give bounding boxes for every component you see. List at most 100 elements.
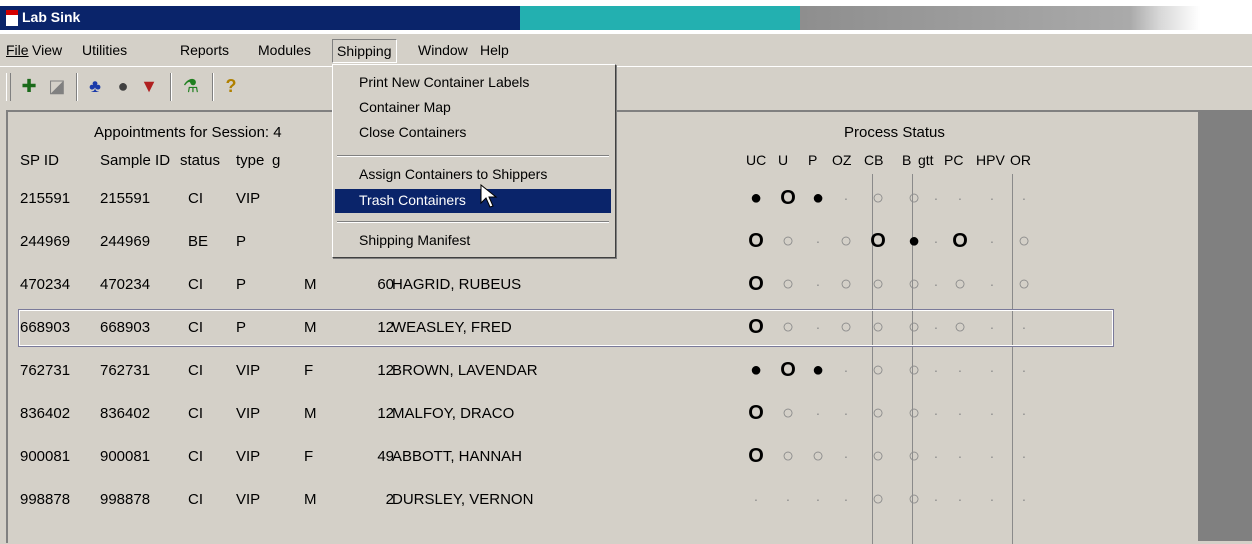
status-pending-icon: ○ bbox=[907, 402, 921, 424]
menu-modules[interactable]: Modules bbox=[258, 42, 311, 58]
cell-gender: F bbox=[304, 448, 314, 465]
status-open-icon: O bbox=[748, 316, 764, 338]
status-empty-icon: · bbox=[843, 491, 849, 507]
menu-view-label: View bbox=[32, 42, 63, 58]
status-empty-icon: · bbox=[815, 233, 821, 249]
status-pending-icon: ○ bbox=[781, 230, 795, 252]
status-pending-icon: ○ bbox=[781, 273, 795, 295]
status-open-icon: O bbox=[952, 230, 968, 252]
menu-shipping-manifest[interactable]: Shipping Manifest bbox=[335, 229, 611, 253]
table-row[interactable]: 836402 836402 CI VIP M 12 MALFOY, DRACO O ○ · · ○ ○ ·… bbox=[8, 395, 1198, 435]
menu-item-label: Print New Container Labels bbox=[359, 74, 530, 90]
status-empty-icon: · bbox=[1021, 491, 1027, 507]
cell-sampleid: 215591 bbox=[100, 190, 151, 207]
cell-status: BE bbox=[188, 233, 209, 250]
new-icon[interactable]: ✚ bbox=[18, 75, 40, 97]
cell-spid: 998878 bbox=[20, 491, 71, 508]
menu-utilities[interactable]: Utilities bbox=[82, 42, 127, 58]
menu-assign-containers-to-shippers[interactable]: Assign Containers to Shippers bbox=[335, 163, 611, 187]
table-row[interactable]: 762731 762731 CI VIP F 12 BROWN, LAVENDAR ● O ● · ○… bbox=[8, 352, 1198, 392]
menu-utilities-label: Utilities bbox=[82, 42, 128, 58]
stop-icon[interactable]: ● bbox=[112, 75, 134, 97]
status-empty-icon: · bbox=[843, 190, 849, 206]
title-bar: Lab Sink bbox=[0, 0, 1252, 34]
menu-print-new-container-labels[interactable]: Print New Container Labels bbox=[335, 71, 611, 95]
cell-spid: 900081 bbox=[20, 448, 71, 465]
cell-name: DURSLEY, VERNON bbox=[392, 491, 534, 508]
status-pending-icon: ○ bbox=[839, 273, 853, 295]
flask-icon[interactable]: ⚗ bbox=[180, 75, 202, 97]
status-empty-icon: · bbox=[933, 448, 939, 464]
table-row[interactable]: 998878 998878 CI VIP M 2 DURSLEY, VERNON · · · · ○ ○… bbox=[8, 481, 1198, 521]
app-icon bbox=[6, 10, 18, 26]
status-pending-icon: ○ bbox=[953, 316, 967, 338]
status-empty-icon: · bbox=[933, 362, 939, 378]
toolbar-separator bbox=[170, 73, 172, 101]
menu-item-label: Shipping Manifest bbox=[359, 232, 471, 248]
col-spid: SP ID bbox=[20, 152, 59, 169]
status-pending-icon: ○ bbox=[907, 359, 921, 381]
table-row[interactable]: 470234 470234 CI P M 60 HAGRID, RUBEUS O ○ · ○ ○ ○ · ○… bbox=[8, 266, 1198, 306]
status-empty-icon: · bbox=[843, 448, 849, 464]
tag-icon[interactable]: ▼ bbox=[138, 75, 160, 97]
cell-age: 12 bbox=[377, 362, 394, 379]
toolbar-grip[interactable] bbox=[6, 73, 11, 101]
status-empty-icon: · bbox=[1021, 319, 1027, 335]
cell-name: HAGRID, RUBEUS bbox=[392, 276, 522, 293]
status-empty-icon: · bbox=[933, 319, 939, 335]
status-pending-icon: ○ bbox=[781, 316, 795, 338]
menu-file[interactable]: File bbox=[6, 42, 29, 58]
status-open-icon: O bbox=[780, 187, 796, 209]
menu-item-label: Container Map bbox=[359, 99, 451, 115]
people-icon[interactable]: ♣ bbox=[84, 75, 106, 97]
cell-age: 60 bbox=[377, 276, 394, 293]
help-icon[interactable]: ? bbox=[220, 75, 242, 97]
cell-type: VIP bbox=[236, 448, 261, 465]
cell-status: CI bbox=[188, 491, 203, 508]
status-pending-icon: ○ bbox=[907, 488, 921, 510]
cell-spid: 470234 bbox=[20, 276, 71, 293]
menu-item-label: Assign Containers to Shippers bbox=[359, 166, 548, 182]
cell-spid: 668903 bbox=[20, 319, 71, 336]
status-pending-icon: ○ bbox=[871, 402, 885, 424]
status-empty-icon: · bbox=[989, 319, 995, 335]
menu-window[interactable]: Window bbox=[418, 42, 468, 58]
menu-shipping[interactable]: Shipping bbox=[332, 39, 397, 63]
open-icon[interactable]: ◪ bbox=[46, 75, 68, 97]
menu-separator bbox=[337, 155, 609, 157]
col-g: g bbox=[272, 152, 281, 169]
cell-sampleid: 998878 bbox=[100, 491, 151, 508]
menu-container-map[interactable]: Container Map bbox=[335, 96, 611, 120]
status-open-icon: O bbox=[748, 230, 764, 252]
status-empty-icon: · bbox=[957, 491, 963, 507]
col-u: U bbox=[778, 152, 789, 168]
cell-status: CI bbox=[188, 448, 203, 465]
menu-help[interactable]: Help bbox=[480, 42, 509, 58]
status-empty-icon: · bbox=[1021, 405, 1027, 421]
cell-spid: 836402 bbox=[20, 405, 71, 422]
status-pending-icon: ○ bbox=[871, 273, 885, 295]
status-open-icon: O bbox=[748, 273, 764, 295]
cell-sampleid: 900081 bbox=[100, 448, 151, 465]
status-pending-icon: ○ bbox=[781, 402, 795, 424]
table-row[interactable]: 900081 900081 CI VIP F 49 ABBOTT, HANNAH O ○ ○ · ○ ○… bbox=[8, 438, 1198, 478]
status-empty-icon: · bbox=[957, 190, 963, 206]
menu-view[interactable]: View bbox=[32, 42, 62, 58]
status-empty-icon: · bbox=[957, 362, 963, 378]
menu-file-label: File bbox=[6, 42, 29, 58]
status-complete-icon: ● bbox=[749, 187, 763, 209]
status-empty-icon: · bbox=[843, 362, 849, 378]
status-open-icon: O bbox=[748, 402, 764, 424]
menu-reports[interactable]: Reports bbox=[180, 42, 229, 58]
table-row[interactable]: 668903 668903 CI P M 12 WEASLEY, FRED O ○ · ○ ○ ○ · ○ ·… bbox=[8, 309, 1198, 349]
col-or: OR bbox=[1010, 152, 1031, 168]
status-pending-icon: ○ bbox=[871, 445, 885, 467]
status-complete-icon: ● bbox=[749, 359, 763, 381]
status-pending-icon: ○ bbox=[907, 316, 921, 338]
status-empty-icon: · bbox=[933, 190, 939, 206]
menu-close-containers[interactable]: Close Containers bbox=[335, 121, 611, 145]
cell-age: 12 bbox=[377, 319, 394, 336]
col-b: B bbox=[902, 152, 912, 168]
cell-type: VIP bbox=[236, 362, 261, 379]
menu-trash-containers[interactable]: Trash Containers bbox=[335, 189, 611, 213]
